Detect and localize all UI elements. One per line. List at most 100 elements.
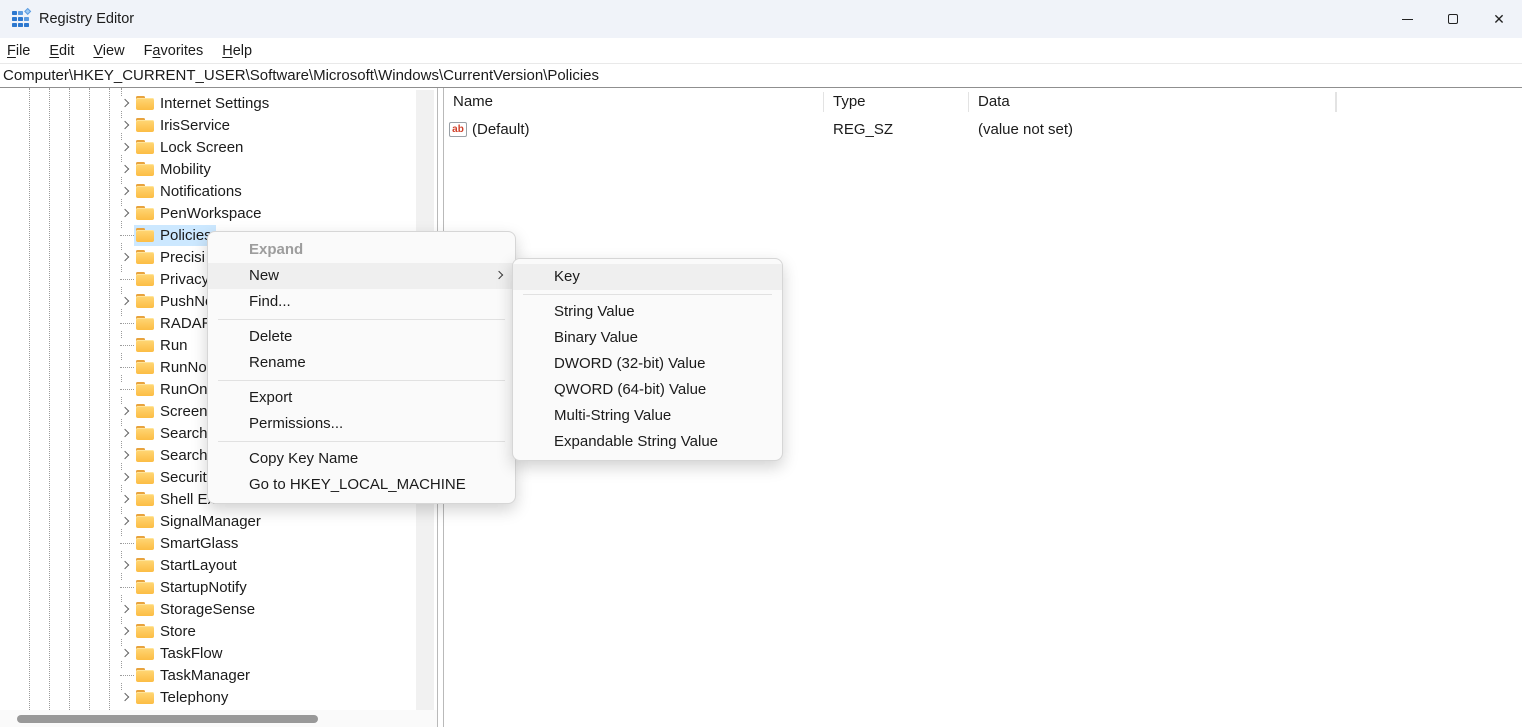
tree-item[interactable]: TaskManager — [0, 664, 416, 686]
chevron-right-icon[interactable] — [118, 492, 132, 506]
tree-item[interactable]: StartLayout — [0, 554, 416, 576]
chevron-right-icon[interactable] — [118, 206, 132, 220]
folder-icon — [136, 118, 154, 132]
tree-item-label: Screen — [160, 403, 208, 420]
tree-item-label: Privacy — [160, 271, 209, 288]
context-menu-item-export[interactable]: Export — [208, 385, 515, 411]
tree-item-label: StartLayout — [160, 557, 237, 574]
column-header-end[interactable] — [1336, 92, 1337, 112]
context-menu-item-permissions[interactable]: Permissions... — [208, 411, 515, 437]
tree-item[interactable]: Telephony — [0, 686, 416, 708]
chevron-right-icon[interactable] — [118, 184, 132, 198]
submenu-item-string-value[interactable]: String Value — [513, 299, 782, 325]
chevron-right-icon[interactable] — [118, 96, 132, 110]
chevron-right-icon[interactable] — [118, 690, 132, 704]
folder-icon — [136, 206, 154, 220]
chevron-right-icon[interactable] — [118, 404, 132, 418]
chevron-right-icon[interactable] — [118, 514, 132, 528]
tree-item-label: Policies — [160, 227, 212, 244]
submenu-item-binary-value[interactable]: Binary Value — [513, 325, 782, 351]
menu-separator — [523, 294, 772, 295]
chevron-right-icon[interactable] — [118, 426, 132, 440]
close-button[interactable]: ✕ — [1476, 0, 1522, 38]
submenu-item-dword-32-bit-value[interactable]: DWORD (32-bit) Value — [513, 351, 782, 377]
tree-horizontal-scrollbar[interactable] — [0, 710, 437, 727]
menubar-item-help[interactable]: Help — [221, 41, 253, 61]
tree-item-label: Store — [160, 623, 196, 640]
folder-icon — [136, 668, 154, 682]
menu-separator — [218, 380, 505, 381]
tree-item[interactable]: PenWorkspace — [0, 202, 416, 224]
context-menu-item-expand[interactable]: Expand — [208, 237, 515, 263]
tree-item-inner: StartLayout — [134, 555, 241, 576]
tree-item[interactable]: Lock Screen — [0, 136, 416, 158]
chevron-right-icon[interactable] — [118, 470, 132, 484]
submenu-item-key[interactable]: Key — [513, 264, 782, 290]
menubar: File Edit View Favorites Help — [0, 38, 1522, 63]
address-input[interactable] — [0, 64, 1522, 87]
menubar-item-favorites[interactable]: Favorites — [143, 41, 205, 61]
column-header-type[interactable]: Type — [824, 92, 969, 112]
tree-item[interactable]: TaskFlow — [0, 642, 416, 664]
chevron-right-icon[interactable] — [118, 250, 132, 264]
chevron-right-icon[interactable] — [118, 646, 132, 660]
minimize-button[interactable] — [1384, 0, 1430, 38]
maximize-button[interactable] — [1430, 0, 1476, 38]
registry-editor-window: Registry Editor ✕ File Edit View Favorites H… — [0, 0, 1522, 727]
menubar-item-file[interactable]: File — [6, 41, 31, 61]
minimize-icon — [1402, 19, 1413, 20]
tree-item-inner: PenWorkspace — [134, 203, 265, 224]
submenu-item-qword-64-bit-value[interactable]: QWORD (64-bit) Value — [513, 377, 782, 403]
context-menu-item-new[interactable]: New — [208, 263, 515, 289]
menubar-item-edit[interactable]: Edit — [48, 41, 75, 61]
chevron-right-icon[interactable] — [118, 448, 132, 462]
menu-access-key: E — [49, 43, 59, 59]
chevron-right-icon[interactable] — [118, 558, 132, 572]
tree-line-stub — [118, 382, 132, 396]
tree-item-label: TaskFlow — [160, 645, 223, 662]
folder-icon — [136, 624, 154, 638]
tree-item-inner: Precisi — [134, 247, 209, 268]
tree-item-inner: IrisService — [134, 115, 234, 136]
chevron-right-icon[interactable] — [118, 624, 132, 638]
column-header-data[interactable]: Data — [969, 92, 1336, 112]
tree-item-label: Mobility — [160, 161, 211, 178]
chevron-right-icon[interactable] — [118, 140, 132, 154]
tree-item[interactable]: Notifications — [0, 180, 416, 202]
value-row[interactable]: ab(Default)REG_SZ(value not set) — [444, 116, 1522, 142]
chevron-right-icon[interactable] — [118, 162, 132, 176]
tree-item[interactable]: Internet Settings — [0, 92, 416, 114]
tree-item[interactable]: IrisService — [0, 114, 416, 136]
context-menu-item-rename[interactable]: Rename — [208, 350, 515, 376]
context-menu-item-delete[interactable]: Delete — [208, 324, 515, 350]
tree-item[interactable]: Mobility — [0, 158, 416, 180]
tree-item[interactable]: StartupNotify — [0, 576, 416, 598]
menu-separator — [218, 319, 505, 320]
menubar-item-view[interactable]: View — [92, 41, 125, 61]
addressbar — [0, 63, 1522, 88]
tree-item-inner: Privacy — [134, 269, 213, 290]
tree-item[interactable]: SignalManager — [0, 510, 416, 532]
submenu-item-multi-string-value[interactable]: Multi-String Value — [513, 403, 782, 429]
chevron-right-icon[interactable] — [118, 602, 132, 616]
tree-item[interactable]: Store — [0, 620, 416, 642]
folder-icon — [136, 470, 154, 484]
chevron-right-icon[interactable] — [118, 118, 132, 132]
tree-line-stub — [118, 668, 132, 682]
tree-item[interactable]: SmartGlass — [0, 532, 416, 554]
tree-horizontal-scrollbar-thumb[interactable] — [17, 715, 318, 723]
menu-label-post: vorites — [161, 43, 204, 59]
context-menu-item-copy-key-name[interactable]: Copy Key Name — [208, 446, 515, 472]
tree-item-label: RunOn — [160, 381, 208, 398]
tree-item[interactable]: StorageSense — [0, 598, 416, 620]
submenu-item-expandable-string-value[interactable]: Expandable String Value — [513, 429, 782, 455]
column-header-name[interactable]: Name — [444, 92, 824, 112]
tree-item-label: PenWorkspace — [160, 205, 261, 222]
window-title: Registry Editor — [39, 11, 134, 27]
tree-item-label: TaskManager — [160, 667, 250, 684]
chevron-right-icon[interactable] — [118, 294, 132, 308]
tree-item-label: Telephony — [160, 689, 228, 706]
tree-line-stub — [118, 360, 132, 374]
context-menu-item-find[interactable]: Find... — [208, 289, 515, 315]
context-menu-item-go-to-hkey-local-machine[interactable]: Go to HKEY_LOCAL_MACHINE — [208, 472, 515, 498]
